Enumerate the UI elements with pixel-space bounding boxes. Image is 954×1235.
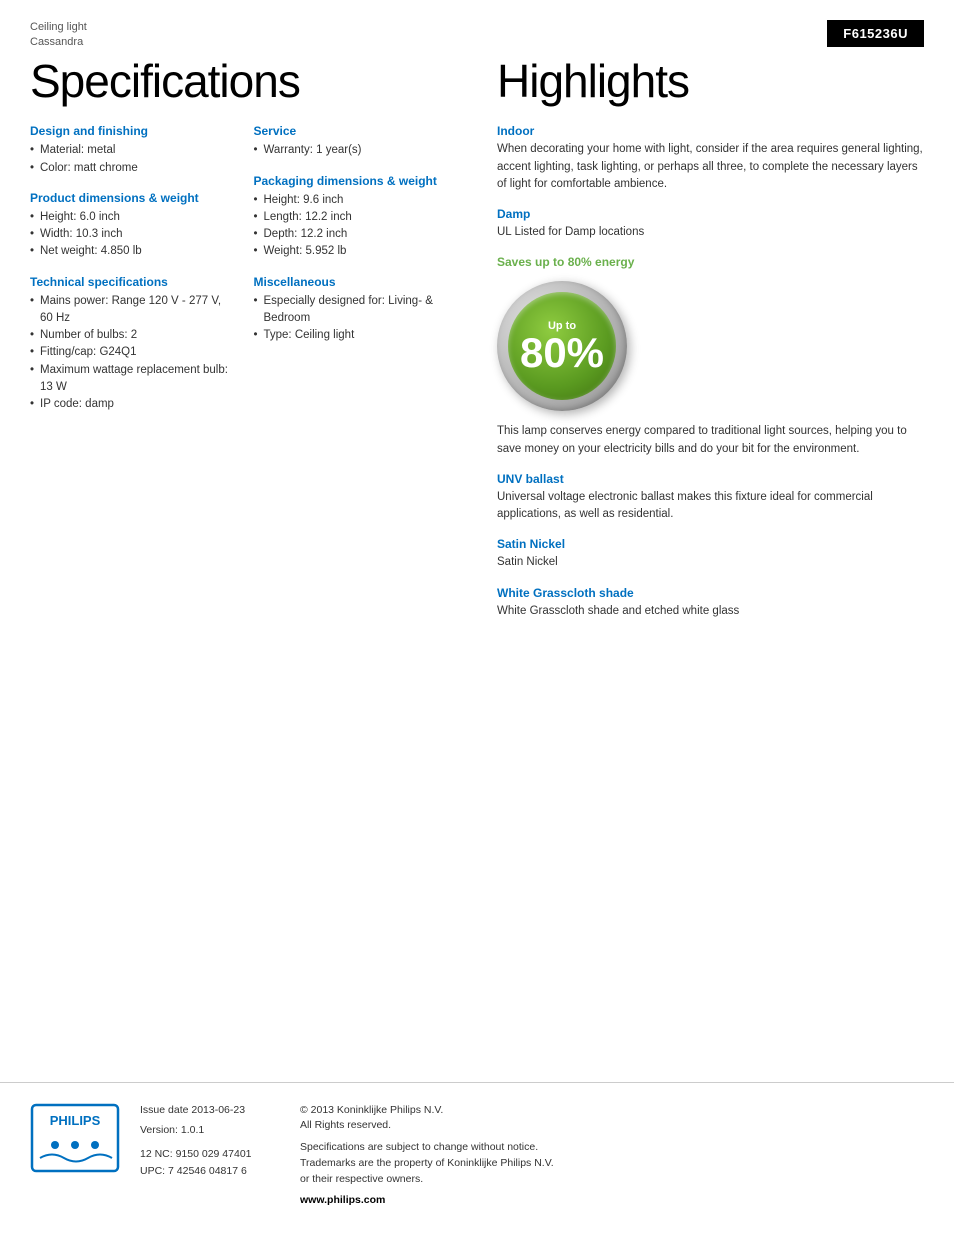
satin-nickel-section: Satin Nickel Satin Nickel	[497, 537, 924, 571]
website-paragraph: www.philips.com	[300, 1193, 924, 1209]
nc-line: 12 NC: 9150 029 47401	[140, 1146, 280, 1163]
main-content: Specifications Design and finishing Mate…	[0, 51, 954, 634]
list-item: Warranty: 1 year(s)	[254, 142, 458, 159]
product-dimensions-list: Height: 6.0 inch Width: 10.3 inch Net we…	[30, 209, 234, 261]
damp-section: Damp UL Listed for Damp locations	[497, 207, 924, 241]
list-item: Fitting/cap: G24Q1	[30, 344, 234, 361]
grasscloth-section: White Grasscloth shade White Grasscloth …	[497, 586, 924, 620]
list-item: Maximum wattage replacement bulb: 13 W	[30, 362, 234, 397]
footer-left: Issue date 2013-06-23 Version: 1.0.1 12 …	[140, 1103, 280, 1216]
product-label: Ceiling light Cassandra	[30, 20, 87, 51]
footer: PHILIPS Issue date 2013-06-23 Version: 1…	[0, 1082, 954, 1235]
philips-logo-icon: PHILIPS	[30, 1103, 120, 1173]
highlights-column: Highlights Indoor When decorating your h…	[477, 51, 924, 634]
badge-percent: 80%	[520, 334, 604, 372]
design-finishing-title: Design and finishing	[30, 124, 234, 138]
page: Ceiling light Cassandra F615236U Specifi…	[0, 0, 954, 1235]
grasscloth-text: White Grasscloth shade and etched white …	[497, 603, 924, 620]
list-item: Net weight: 4.850 lb	[30, 243, 234, 260]
packaging-section: Packaging dimensions & weight Height: 9.…	[254, 174, 458, 261]
list-item: Material: metal	[30, 142, 234, 159]
list-item: Depth: 12.2 inch	[254, 226, 458, 243]
list-item: Width: 10.3 inch	[30, 226, 234, 243]
technical-specs-section: Technical specifications Mains power: Ra…	[30, 275, 234, 414]
disclaimer: Specifications are subject to change wit…	[300, 1140, 924, 1187]
list-item: IP code: damp	[30, 396, 234, 413]
model-badge: F615236U	[827, 20, 924, 47]
packaging-list: Height: 9.6 inch Length: 12.2 inch Depth…	[254, 192, 458, 261]
list-item: Especially designed for: Living- & Bedro…	[254, 293, 458, 328]
miscellaneous-section: Miscellaneous Especially designed for: L…	[254, 275, 458, 345]
satin-nickel-text: Satin Nickel	[497, 554, 924, 571]
page-title: Specifications	[30, 56, 457, 107]
list-item: Number of bulbs: 2	[30, 327, 234, 344]
grasscloth-title: White Grasscloth shade	[497, 586, 924, 600]
miscellaneous-list: Especially designed for: Living- & Bedro…	[254, 293, 458, 345]
indoor-text: When decorating your home with light, co…	[497, 141, 924, 193]
design-finishing-list: Material: metal Color: matt chrome	[30, 142, 234, 177]
indoor-title: Indoor	[497, 124, 924, 138]
damp-text: UL Listed for Damp locations	[497, 224, 924, 241]
list-item: Color: matt chrome	[30, 160, 234, 177]
energy-badge: Up to 80%	[497, 281, 627, 411]
product-type: Ceiling light	[30, 20, 87, 35]
issue-date: Issue date 2013-06-23	[140, 1103, 280, 1118]
damp-title: Damp	[497, 207, 924, 221]
energy-section: Saves up to 80% energy Up to 80% This la…	[497, 255, 924, 458]
highlights-title: Highlights	[497, 56, 924, 107]
energy-text: This lamp conserves energy compared to t…	[497, 423, 924, 458]
header: Ceiling light Cassandra F615236U	[0, 0, 954, 51]
service-section: Service Warranty: 1 year(s)	[254, 124, 458, 159]
unv-ballast-text: Universal voltage electronic ballast mak…	[497, 489, 924, 524]
product-dimensions-section: Product dimensions & weight Height: 6.0 …	[30, 191, 234, 261]
unv-ballast-title: UNV ballast	[497, 472, 924, 486]
satin-nickel-title: Satin Nickel	[497, 537, 924, 551]
copyright-text: © 2013 Koninklijke Philips N.V.All Right…	[300, 1104, 443, 1132]
service-title: Service	[254, 124, 458, 138]
svg-text:PHILIPS: PHILIPS	[50, 1113, 101, 1128]
list-item: Length: 12.2 inch	[254, 209, 458, 226]
version: Version: 1.0.1	[140, 1123, 280, 1138]
packaging-title: Packaging dimensions & weight	[254, 174, 458, 188]
footer-info: Issue date 2013-06-23 Version: 1.0.1 12 …	[140, 1103, 924, 1216]
nc-upc: 12 NC: 9150 029 47401 UPC: 7 42546 04817…	[140, 1146, 280, 1180]
unv-ballast-section: UNV ballast Universal voltage electronic…	[497, 472, 924, 524]
service-list: Warranty: 1 year(s)	[254, 142, 458, 159]
list-item: Height: 9.6 inch	[254, 192, 458, 209]
energy-badge-inner: Up to 80%	[508, 292, 616, 400]
technical-specs-title: Technical specifications	[30, 275, 234, 289]
list-item: Mains power: Range 120 V - 277 V, 60 Hz	[30, 293, 234, 328]
specs-left-inner: Design and finishing Material: metal Col…	[30, 124, 234, 427]
specs-columns: Design and finishing Material: metal Col…	[30, 124, 457, 427]
website-link[interactable]: www.philips.com	[300, 1194, 385, 1206]
list-item: Height: 6.0 inch	[30, 209, 234, 226]
product-dimensions-title: Product dimensions & weight	[30, 191, 234, 205]
list-item: Type: Ceiling light	[254, 327, 458, 344]
disclaimer-text: Specifications are subject to change wit…	[300, 1141, 554, 1185]
specs-right-inner: Service Warranty: 1 year(s) Packaging di…	[254, 124, 458, 427]
energy-title: Saves up to 80% energy	[497, 255, 924, 269]
indoor-section: Indoor When decorating your home with li…	[497, 124, 924, 193]
technical-specs-list: Mains power: Range 120 V - 277 V, 60 Hz …	[30, 293, 234, 414]
miscellaneous-title: Miscellaneous	[254, 275, 458, 289]
footer-right: © 2013 Koninklijke Philips N.V.All Right…	[300, 1103, 924, 1216]
design-finishing-section: Design and finishing Material: metal Col…	[30, 124, 234, 177]
product-name: Cassandra	[30, 35, 87, 50]
copyright: © 2013 Koninklijke Philips N.V.All Right…	[300, 1103, 924, 1135]
specs-column: Specifications Design and finishing Mate…	[30, 51, 477, 634]
list-item: Weight: 5.952 lb	[254, 243, 458, 260]
upc-line: UPC: 7 42546 04817 6	[140, 1163, 280, 1180]
